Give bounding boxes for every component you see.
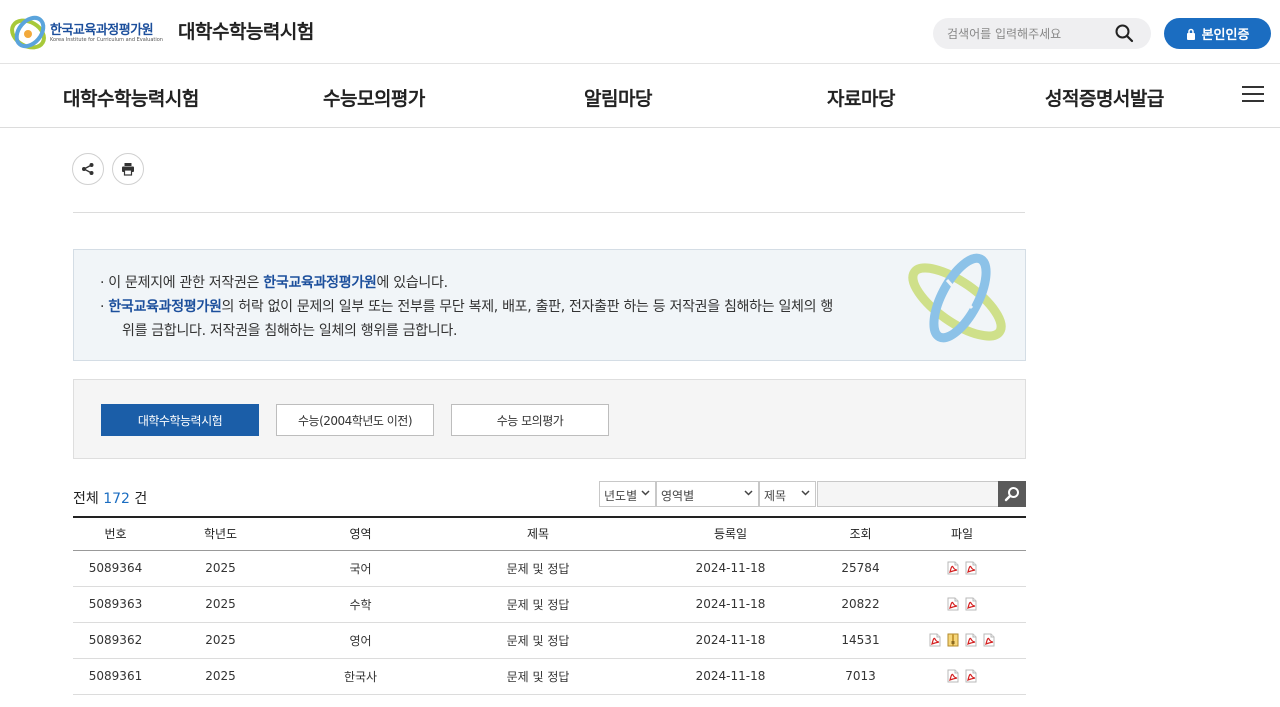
tab-mock-exam[interactable]: 수능 모의평가 — [451, 404, 609, 436]
exam-type-tabs: 대학수학능력시험 수능(2004학년도 이전) 수능 모의평가 — [73, 379, 1026, 459]
row-date: 2024-11-18 — [638, 622, 823, 659]
logo-subtext: Korea Institute for Curriculum and Evalu… — [50, 37, 163, 43]
col-header-area: 영역 — [283, 516, 438, 551]
print-button[interactable] — [112, 153, 144, 185]
row-title[interactable]: 문제 및 정답 — [438, 622, 638, 659]
print-icon — [122, 163, 134, 176]
table-row: 5089364 2025 국어 문제 및 정답 2024-11-18 25784 — [73, 550, 1026, 587]
nav-item-csat[interactable]: 대학수학능력시험 — [63, 84, 199, 111]
row-files — [898, 550, 1026, 587]
notice-line-1: · 이 문제지에 관한 저작권은 한국교육과정평가원에 있습니다. — [100, 275, 448, 291]
keyword-input[interactable] — [817, 481, 999, 507]
total-count-number: 172 — [103, 491, 130, 507]
logo-text: 한국교육과정평가원 — [50, 23, 154, 38]
row-date: 2024-11-18 — [638, 658, 823, 695]
row-views: 25784 — [823, 550, 898, 587]
kice-logo[interactable]: 한국교육과정평가원 Korea Institute for Curriculum… — [8, 14, 168, 52]
table-row: 5089363 2025 수학 문제 및 정답 2024-11-18 20822 — [73, 586, 1026, 623]
pdf-icon[interactable] — [946, 669, 960, 683]
pdf-icon[interactable] — [946, 597, 960, 611]
chevron-down-icon — [801, 490, 810, 496]
row-files — [898, 622, 1026, 659]
col-header-year: 학년도 — [158, 516, 283, 551]
row-views: 20822 — [823, 586, 898, 623]
row-area: 영어 — [283, 622, 438, 659]
row-year: 2025 — [158, 586, 283, 623]
area-select[interactable]: 영역별 — [656, 481, 759, 507]
search-box — [933, 18, 1151, 49]
search-input[interactable] — [947, 24, 1107, 44]
row-number: 5089363 — [73, 586, 158, 623]
pdf-icon[interactable] — [964, 561, 978, 575]
search-button[interactable] — [1113, 23, 1135, 45]
notice-line-3: 위를 금합니다. 저작권을 침해하는 일체의 행위를 금합니다. — [122, 323, 458, 339]
row-year: 2025 — [158, 622, 283, 659]
tab-csat-before-2004[interactable]: 수능(2004학년도 이전) — [276, 404, 434, 436]
row-files — [898, 658, 1026, 695]
row-number: 5089361 — [73, 658, 158, 695]
site-title[interactable]: 대학수학능력시험 — [178, 17, 314, 44]
row-files — [898, 586, 1026, 623]
row-area: 한국사 — [283, 658, 438, 695]
table-row: 5089362 2025 영어 문제 및 정답 2024-11-18 14531 — [73, 622, 1026, 659]
share-icon — [82, 163, 94, 175]
exam-list-table: 번호 학년도 영역 제목 등록일 조회 파일 5089364 2025 국어 문제 및… — [73, 516, 1026, 695]
year-select[interactable]: 년도별 — [599, 481, 656, 507]
row-title[interactable]: 문제 및 정답 — [438, 586, 638, 623]
kice-logo-icon — [10, 15, 46, 50]
table-header-row: 번호 학년도 영역 제목 등록일 조회 파일 — [73, 516, 1026, 551]
col-header-title: 제목 — [438, 516, 638, 551]
share-button[interactable] — [72, 153, 104, 185]
search-field-select[interactable]: 제목 — [759, 481, 816, 507]
identity-verification-button[interactable]: 본인인증 — [1164, 18, 1271, 49]
nav-item-notices[interactable]: 알림마당 — [584, 84, 652, 111]
row-number: 5089364 — [73, 550, 158, 587]
site-header: 한국교육과정평가원 Korea Institute for Curriculum… — [0, 0, 1280, 64]
pdf-icon[interactable] — [964, 597, 978, 611]
identity-verification-label: 본인인증 — [1201, 28, 1250, 43]
row-area: 수학 — [283, 586, 438, 623]
pdf-icon[interactable] — [982, 633, 996, 647]
row-year: 2025 — [158, 658, 283, 695]
notice-line-2: · 한국교육과정평가원의 허락 없이 문제의 일부 또는 전부를 무단 복제, … — [100, 299, 833, 315]
copyright-notice: · 이 문제지에 관한 저작권은 한국교육과정평가원에 있습니다. · 한국교육… — [73, 249, 1026, 361]
lock-icon — [1186, 28, 1195, 40]
nav-item-mock-exam[interactable]: 수능모의평가 — [323, 84, 425, 111]
table-row: 5089361 2025 한국사 문제 및 정답 2024-11-18 7013 — [73, 658, 1026, 695]
col-header-date: 등록일 — [638, 516, 823, 551]
nav-item-resources[interactable]: 자료마당 — [827, 84, 895, 111]
chevron-down-icon — [641, 490, 650, 496]
row-views: 7013 — [823, 658, 898, 695]
search-icon — [1004, 487, 1019, 502]
divider — [73, 212, 1025, 213]
keyword-search-button[interactable] — [998, 481, 1026, 507]
col-header-files: 파일 — [898, 516, 1026, 551]
row-area: 국어 — [283, 550, 438, 587]
row-year: 2025 — [158, 550, 283, 587]
col-header-views: 조회 — [823, 516, 898, 551]
row-title[interactable]: 문제 및 정답 — [438, 550, 638, 587]
pdf-icon[interactable] — [964, 669, 978, 683]
main-nav: 대학수학능력시험 수능모의평가 알림마당 자료마당 성적증명서발급 — [0, 64, 1280, 128]
pdf-icon[interactable] — [964, 633, 978, 647]
nav-item-certificate[interactable]: 성적증명서발급 — [1045, 84, 1164, 111]
menu-icon[interactable] — [1242, 86, 1264, 102]
chevron-down-icon — [744, 490, 753, 496]
row-number: 5089362 — [73, 622, 158, 659]
row-views: 14531 — [823, 622, 898, 659]
total-count: 전체 172 건 — [73, 491, 148, 507]
row-title[interactable]: 문제 및 정답 — [438, 658, 638, 695]
search-icon — [1115, 24, 1134, 43]
row-date: 2024-11-18 — [638, 550, 823, 587]
pdf-icon[interactable] — [928, 633, 942, 647]
kice-emblem-icon — [908, 253, 1006, 343]
row-date: 2024-11-18 — [638, 586, 823, 623]
zip-icon[interactable] — [946, 633, 960, 647]
col-header-number: 번호 — [73, 516, 158, 551]
tab-csat[interactable]: 대학수학능력시험 — [101, 404, 259, 436]
pdf-icon[interactable] — [946, 561, 960, 575]
